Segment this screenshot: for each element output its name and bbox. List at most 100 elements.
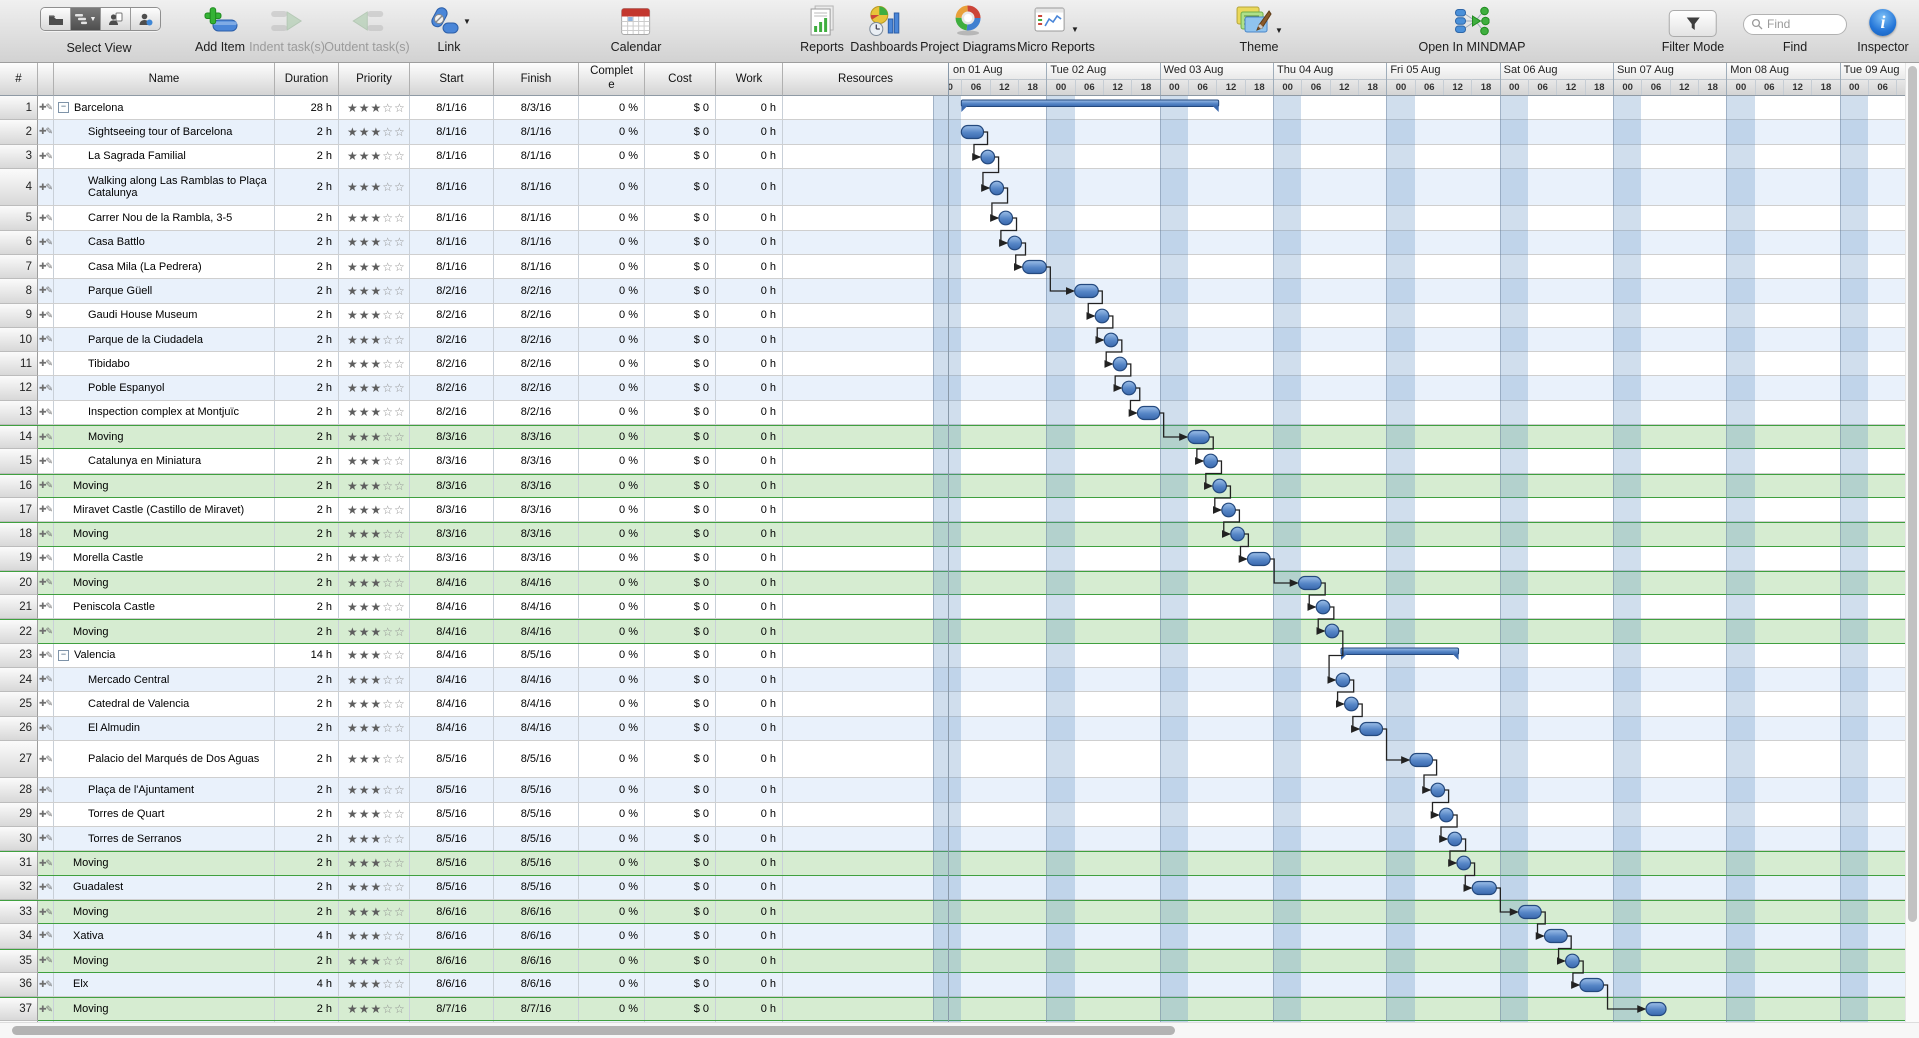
task-duration-cell[interactable]: 2 h [275,401,339,424]
task-finish-cell[interactable]: 8/5/16 [494,852,579,874]
task-resources-cell[interactable] [783,950,949,972]
task-duration-cell[interactable]: 2 h [275,255,339,278]
task-complete-cell[interactable]: 0 % [579,475,645,497]
task-work-cell[interactable]: 0 h [716,998,783,1020]
task-row[interactable]: 19 ✚✎ Morella Castle 2 h ★★★☆☆ 8/3/16 8/… [0,547,1919,571]
task-duration-cell[interactable]: 2 h [275,717,339,740]
task-complete-cell[interactable]: 0 % [579,206,645,229]
task-duration-cell[interactable]: 2 h [275,803,339,826]
timeline-header[interactable]: on 01 Aug00061218Tue 02 Aug00061218Wed 0… [949,62,1919,96]
task-row[interactable]: 7 ✚✎ Casa Mila (La Pedrera) 2 h ★★★☆☆ 8/… [0,255,1919,279]
task-priority-cell[interactable]: ★★★☆☆ [339,803,410,826]
task-duration-cell[interactable]: 28 h [275,96,339,119]
row-assign-icon-cell[interactable]: ✚✎ [38,901,54,923]
task-start-cell[interactable]: 8/5/16 [410,827,494,850]
micro-reports-button[interactable]: ▼ Micro Reports [1017,3,1095,54]
task-finish-cell[interactable]: 8/1/16 [494,145,579,168]
task-row[interactable]: 21 ✚✎ Peniscola Castle 2 h ★★★☆☆ 8/4/16 … [0,595,1919,619]
task-work-cell[interactable]: 0 h [716,547,783,570]
task-duration-cell[interactable]: 2 h [275,901,339,923]
task-start-cell[interactable]: 8/2/16 [410,376,494,399]
task-gantt-cell[interactable] [949,547,1919,570]
task-name-cell[interactable]: Torres de Serranos [54,827,275,850]
task-gantt-cell[interactable] [949,973,1919,996]
task-start-cell[interactable]: 8/4/16 [410,644,494,667]
task-priority-cell[interactable]: ★★★☆☆ [339,741,410,778]
task-work-cell[interactable]: 0 h [716,169,783,206]
task-gantt-cell[interactable] [949,620,1919,642]
task-duration-cell[interactable]: 2 h [275,120,339,143]
task-resources-cell[interactable] [783,717,949,740]
task-work-cell[interactable]: 0 h [716,778,783,801]
row-assign-icon-cell[interactable]: ✚✎ [38,852,54,874]
task-duration-cell[interactable]: 2 h [275,876,339,899]
task-resources-cell[interactable] [783,668,949,691]
task-gantt-cell[interactable] [949,206,1919,229]
task-name-cell[interactable]: Catedral de Valencia [54,692,275,715]
task-priority-cell[interactable]: ★★★☆☆ [339,950,410,972]
row-number[interactable]: 24 [0,668,38,692]
row-assign-icon-cell[interactable]: ✚✎ [38,998,54,1020]
task-duration-cell[interactable]: 4 h [275,973,339,996]
task-name-cell[interactable]: Tibidabo [54,352,275,375]
row-assign-icon-cell[interactable]: ✚✎ [38,279,54,302]
task-complete-cell[interactable]: 0 % [579,572,645,594]
task-cost-cell[interactable]: $ 0 [645,145,716,168]
row-number[interactable]: 21 [0,595,38,619]
task-start-cell[interactable]: 8/5/16 [410,852,494,874]
task-priority-cell[interactable]: ★★★☆☆ [339,231,410,254]
task-row[interactable]: 36 ✚✎ Elx 4 h ★★★☆☆ 8/6/16 8/6/16 0 % $ … [0,973,1919,997]
task-duration-cell[interactable]: 2 h [275,741,339,778]
task-row[interactable]: 15 ✚✎ Catalunya en Miniatura 2 h ★★★☆☆ 8… [0,449,1919,473]
task-complete-cell[interactable]: 0 % [579,352,645,375]
task-cost-cell[interactable]: $ 0 [645,778,716,801]
task-complete-cell[interactable]: 0 % [579,803,645,826]
task-cost-cell[interactable]: $ 0 [645,595,716,618]
task-start-cell[interactable]: 8/3/16 [410,498,494,521]
row-assign-icon-cell[interactable]: ✚✎ [38,950,54,972]
task-cost-cell[interactable]: $ 0 [645,973,716,996]
row-assign-icon-cell[interactable]: ✚✎ [38,169,54,206]
row-number[interactable]: 9 [0,304,38,328]
task-start-cell[interactable]: 8/1/16 [410,145,494,168]
task-priority-cell[interactable]: ★★★☆☆ [339,852,410,874]
task-cost-cell[interactable]: $ 0 [645,692,716,715]
task-finish-cell[interactable]: 8/1/16 [494,231,579,254]
task-priority-cell[interactable]: ★★★☆☆ [339,475,410,497]
task-priority-cell[interactable]: ★★★☆☆ [339,901,410,923]
task-complete-cell[interactable]: 0 % [579,547,645,570]
task-name-cell[interactable]: Morella Castle [54,547,275,570]
task-work-cell[interactable]: 0 h [716,950,783,972]
row-number[interactable]: 14 [0,426,38,449]
task-priority-cell[interactable]: ★★★☆☆ [339,572,410,594]
task-complete-cell[interactable]: 0 % [579,255,645,278]
view-resource-segment[interactable] [101,8,131,30]
task-cost-cell[interactable]: $ 0 [645,950,716,972]
task-row[interactable]: 35 ✚✎ Moving 2 h ★★★☆☆ 8/6/16 8/6/16 0 %… [0,949,1919,973]
task-complete-cell[interactable]: 0 % [579,998,645,1020]
task-cost-cell[interactable]: $ 0 [645,231,716,254]
task-row[interactable]: 24 ✚✎ Mercado Central 2 h ★★★☆☆ 8/4/16 8… [0,668,1919,692]
task-cost-cell[interactable]: $ 0 [645,169,716,206]
task-complete-cell[interactable]: 0 % [579,717,645,740]
row-number[interactable]: 6 [0,231,38,255]
task-priority-cell[interactable]: ★★★☆☆ [339,644,410,667]
task-resources-cell[interactable] [783,475,949,497]
task-row[interactable]: 16 ✚✎ Moving 2 h ★★★☆☆ 8/3/16 8/3/16 0 %… [0,474,1919,498]
task-name-cell[interactable]: Palacio del Marqués de Dos Aguas [54,741,275,778]
row-assign-icon-cell[interactable]: ✚✎ [38,668,54,691]
task-work-cell[interactable]: 0 h [716,595,783,618]
task-start-cell[interactable]: 8/1/16 [410,169,494,206]
task-start-cell[interactable]: 8/6/16 [410,924,494,947]
filter-mode-button[interactable]: Filter Mode [1662,3,1725,54]
row-number[interactable]: 23 [0,644,38,668]
row-number[interactable]: 31 [0,852,38,875]
task-gantt-cell[interactable] [949,998,1919,1020]
row-assign-icon-cell[interactable]: ✚✎ [38,475,54,497]
task-gantt-cell[interactable] [949,169,1919,206]
task-complete-cell[interactable]: 0 % [579,827,645,850]
task-name-cell[interactable]: El Almudin [54,717,275,740]
task-name-cell[interactable]: Mercado Central [54,668,275,691]
task-complete-cell[interactable]: 0 % [579,668,645,691]
task-name-cell[interactable]: Casa Battlo [54,231,275,254]
